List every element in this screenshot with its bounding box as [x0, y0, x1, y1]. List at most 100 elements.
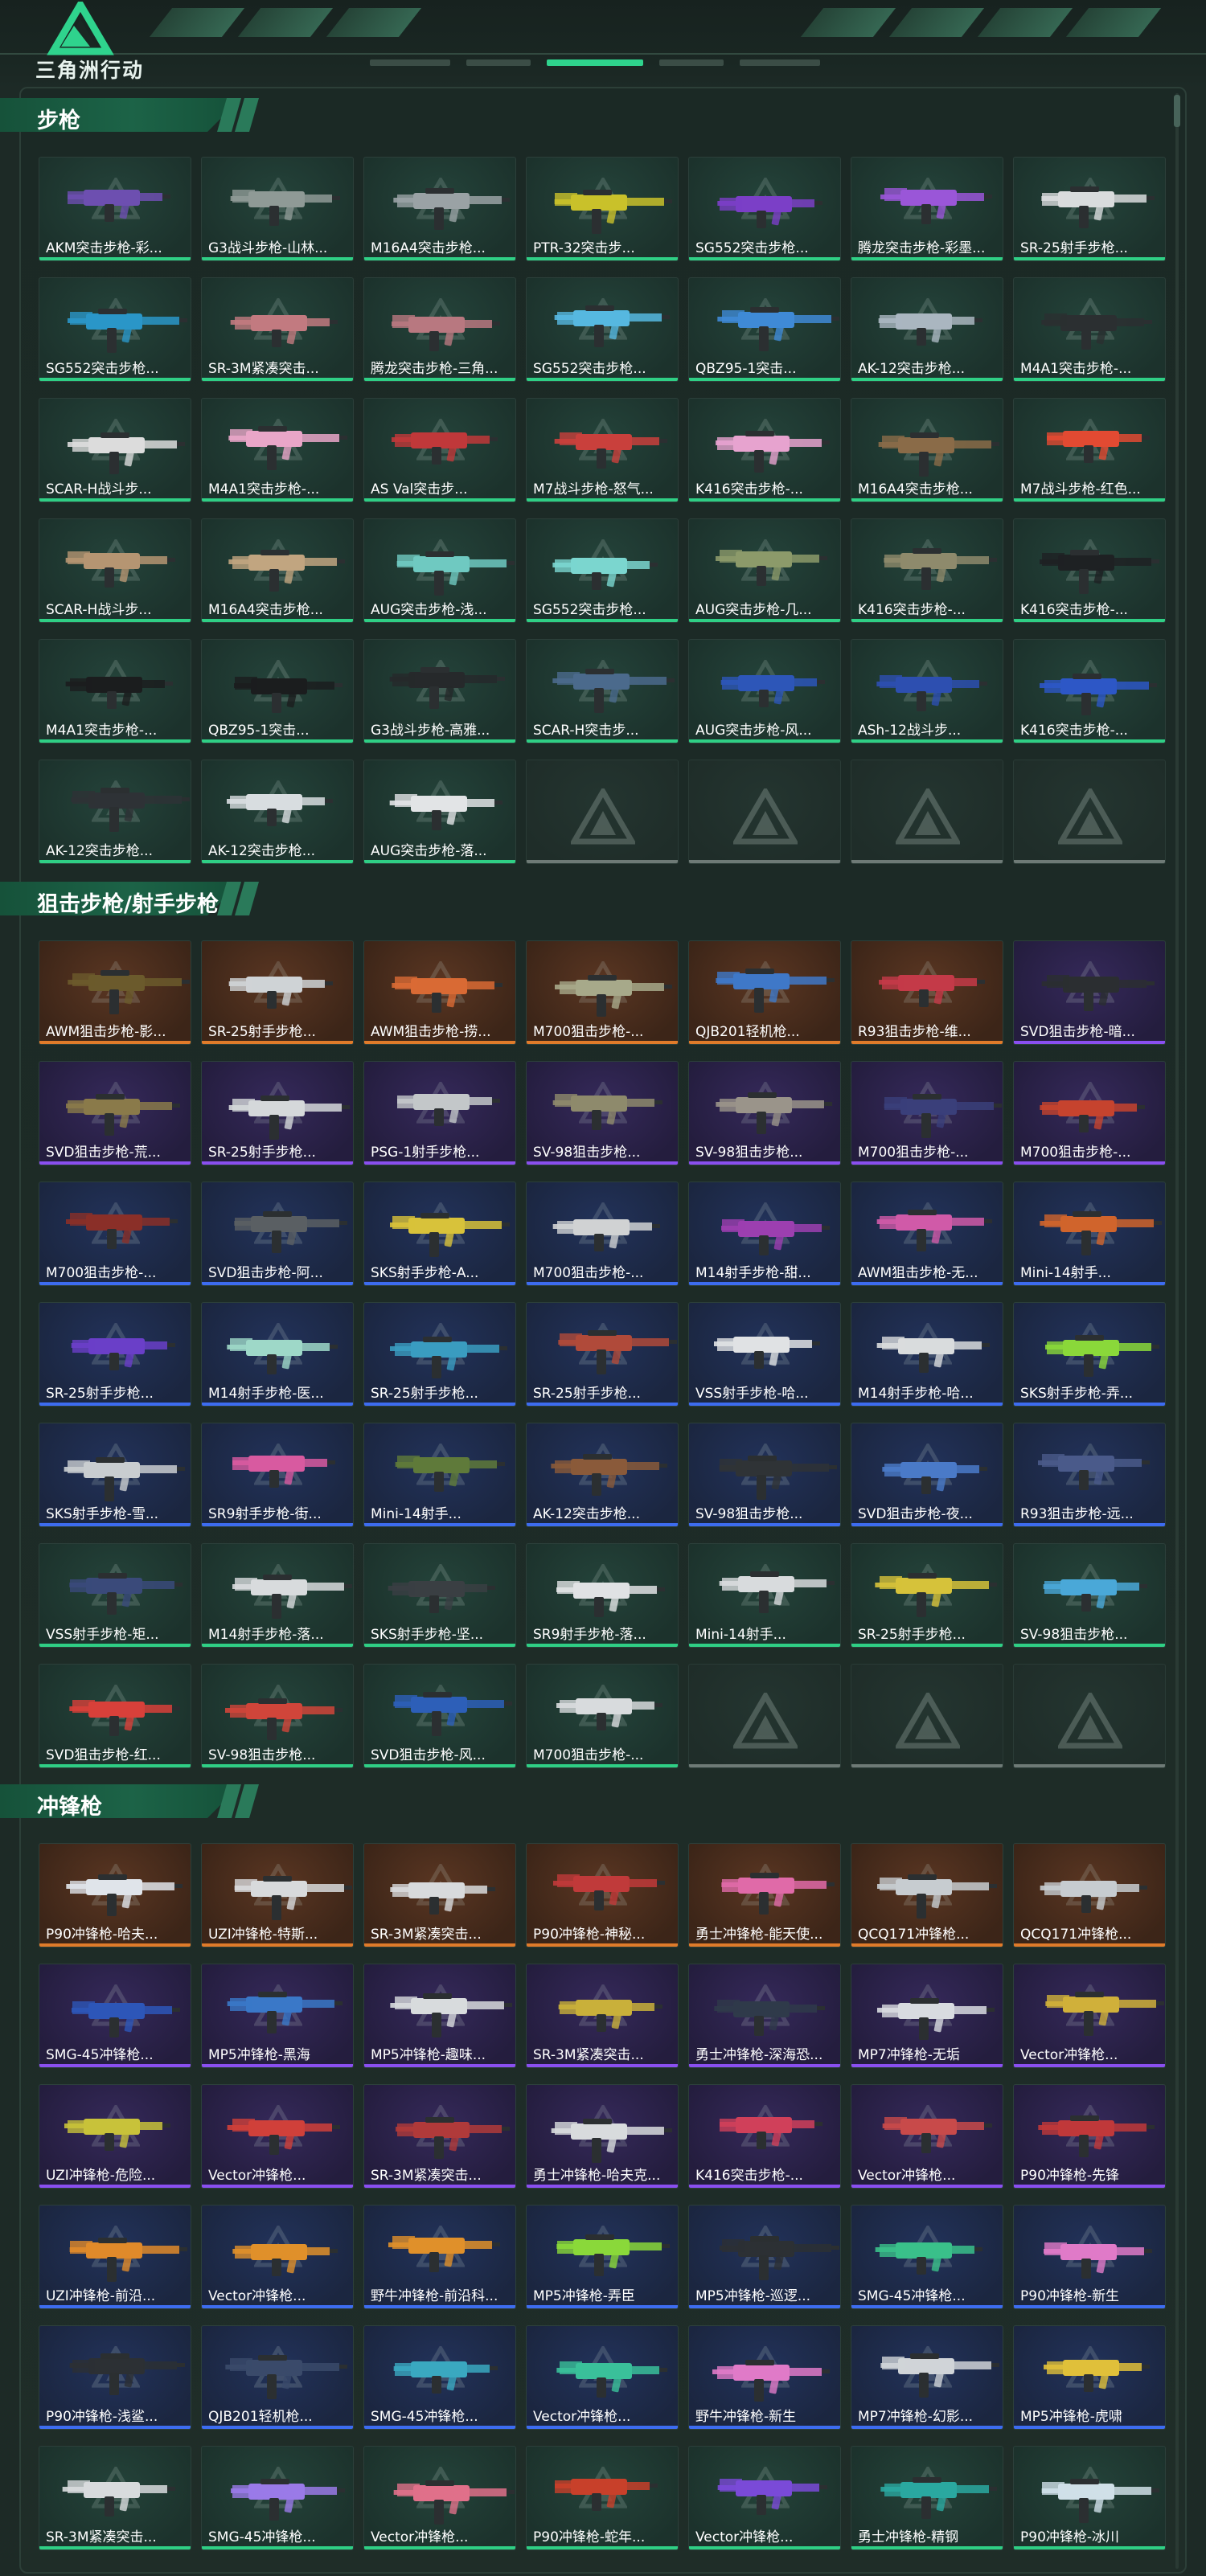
weapon-skin-card[interactable]: M700狙击步枪-...	[1013, 1061, 1166, 1165]
weapon-skin-card[interactable]: AK-12突击步枪...	[201, 760, 354, 864]
weapon-skin-card[interactable]: G3战斗步枪-山林...	[201, 157, 354, 261]
weapon-skin-card[interactable]: SR-25射手步枪...	[526, 1302, 679, 1407]
weapon-skin-card[interactable]: QJB201轻机枪...	[688, 940, 841, 1045]
weapon-skin-card[interactable]: AS Val突击步...	[363, 398, 516, 502]
weapon-skin-card[interactable]: M16A4突击步枪...	[201, 518, 354, 623]
weapon-skin-card[interactable]: SG552突击步枪...	[526, 518, 679, 623]
weapon-skin-card[interactable]: SR-25射手步枪...	[363, 1302, 516, 1407]
weapon-skin-card[interactable]: Vector冲锋枪...	[688, 2446, 841, 2550]
weapon-skin-card[interactable]: M4A1突击步枪-...	[201, 398, 354, 502]
weapon-skin-card[interactable]: QBZ95-1突击...	[688, 277, 841, 382]
weapon-skin-card[interactable]: Mini-14射手...	[363, 1423, 516, 1527]
weapon-skin-card[interactable]: G3战斗步枪-高雅...	[363, 639, 516, 743]
weapon-skin-card[interactable]: SMG-45冲锋枪...	[201, 2446, 354, 2550]
weapon-skin-card[interactable]: AK-12突击步枪...	[526, 1423, 679, 1527]
weapon-skin-card[interactable]: AKM突击步枪-彩...	[39, 157, 191, 261]
weapon-skin-card[interactable]: AUG突击步枪-几...	[688, 518, 841, 623]
weapon-skin-card[interactable]: SVD狙击步枪-红...	[39, 1664, 191, 1768]
weapon-skin-card[interactable]: 腾龙突击步枪-三角...	[363, 277, 516, 382]
weapon-skin-card[interactable]: M700狙击步枪-...	[526, 1182, 679, 1286]
scrollbar-thumb[interactable]	[1174, 95, 1180, 127]
weapon-skin-card[interactable]: SKS射手步枪-A...	[363, 1182, 516, 1286]
weapon-skin-card[interactable]: SVD狙击步枪-阿...	[201, 1182, 354, 1286]
weapon-skin-card[interactable]: M14射手步枪-哈...	[851, 1302, 1003, 1407]
weapon-skin-card[interactable]: P90冲锋枪-先锋	[1013, 2084, 1166, 2189]
weapon-skin-card[interactable]: MP5冲锋枪-黑海	[201, 1964, 354, 2068]
weapon-skin-card[interactable]: M700狙击步枪-...	[526, 940, 679, 1045]
weapon-skin-card[interactable]: QCQ171冲锋枪...	[851, 1843, 1003, 1947]
weapon-skin-card[interactable]: 勇士冲锋枪-哈夫克...	[526, 2084, 679, 2189]
weapon-skin-card[interactable]: SV-98狙击步枪...	[688, 1061, 841, 1165]
weapon-skin-card[interactable]: M14射手步枪-医...	[201, 1302, 354, 1407]
weapon-skin-card[interactable]: MP5冲锋枪-弄臣	[526, 2205, 679, 2309]
weapon-skin-card[interactable]: 勇士冲锋枪-能天使...	[688, 1843, 841, 1947]
weapon-skin-card[interactable]: SCAR-H突击步...	[526, 639, 679, 743]
weapon-skin-card[interactable]: SR-25射手步枪...	[851, 1543, 1003, 1648]
weapon-skin-card[interactable]: SR-25射手步枪...	[201, 1061, 354, 1165]
weapon-skin-card[interactable]: SV-98狙击步枪...	[1013, 1543, 1166, 1648]
weapon-skin-card[interactable]: PSG-1射手步枪...	[363, 1061, 516, 1165]
weapon-skin-card[interactable]: M700狙击步枪-...	[39, 1182, 191, 1286]
weapon-skin-card[interactable]: SR9射手步枪-街...	[201, 1423, 354, 1527]
weapon-skin-card[interactable]: K416突击步枪-...	[851, 518, 1003, 623]
weapon-skin-card[interactable]: SV-98狙击步枪...	[688, 1423, 841, 1527]
weapon-skin-card[interactable]: M14射手步枪-落...	[201, 1543, 354, 1648]
weapon-skin-card[interactable]: SR-3M紧凑突击...	[526, 1964, 679, 2068]
weapon-skin-card[interactable]: M16A4突击步枪...	[851, 398, 1003, 502]
weapon-skin-card[interactable]: P90冲锋枪-哈夫...	[39, 1843, 191, 1947]
weapon-skin-card[interactable]: 野牛冲锋枪-前沿科...	[363, 2205, 516, 2309]
weapon-skin-card[interactable]: M7战斗步枪-怒气...	[526, 398, 679, 502]
weapon-skin-card[interactable]: P90冲锋枪-冰川	[1013, 2446, 1166, 2550]
weapon-skin-card[interactable]: ASh-12战斗步...	[851, 639, 1003, 743]
weapon-skin-card[interactable]: SG552突击步枪...	[688, 157, 841, 261]
weapon-skin-card[interactable]: SVD狙击步枪-暗...	[1013, 940, 1166, 1045]
weapon-skin-card[interactable]: AUG突击步枪-浅...	[363, 518, 516, 623]
weapon-skin-card[interactable]: M700狙击步枪-...	[526, 1664, 679, 1768]
weapon-skin-card[interactable]: SR-25射手步枪...	[39, 1302, 191, 1407]
weapon-skin-card[interactable]: SR-3M紧凑突击...	[39, 2446, 191, 2550]
weapon-skin-card[interactable]: QCQ171冲锋枪...	[1013, 1843, 1166, 1947]
weapon-skin-card[interactable]: Vector冲锋枪...	[526, 2325, 679, 2430]
weapon-skin-card[interactable]: SMG-45冲锋枪...	[851, 2205, 1003, 2309]
scrollbar[interactable]	[1175, 93, 1179, 2569]
weapon-skin-card[interactable]: QBZ95-1突击...	[201, 639, 354, 743]
weapon-skin-card[interactable]: AK-12突击步枪...	[39, 760, 191, 864]
weapon-skin-card[interactable]: MP5冲锋枪-巡逻...	[688, 2205, 841, 2309]
weapon-skin-card[interactable]: 腾龙突击步枪-彩墨...	[851, 157, 1003, 261]
weapon-skin-card[interactable]: 勇士冲锋枪-精钢	[851, 2446, 1003, 2550]
weapon-skin-card[interactable]: K416突击步枪-...	[688, 398, 841, 502]
weapon-skin-card[interactable]: P90冲锋枪-神秘...	[526, 1843, 679, 1947]
weapon-skin-card[interactable]: K416突击步枪-...	[688, 2084, 841, 2189]
weapon-skin-card[interactable]: AUG突击步枪-落...	[363, 760, 516, 864]
weapon-skin-card[interactable]: SR-3M紧凑突击...	[363, 2084, 516, 2189]
weapon-skin-card[interactable]: MP7冲锋枪-无垢	[851, 1964, 1003, 2068]
weapon-skin-card[interactable]: SCAR-H战斗步...	[39, 518, 191, 623]
weapon-skin-card[interactable]: M4A1突击步枪-...	[39, 639, 191, 743]
weapon-skin-card[interactable]: Mini-14射手...	[688, 1543, 841, 1648]
weapon-skin-card[interactable]: UZI冲锋枪-前沿...	[39, 2205, 191, 2309]
weapon-skin-card[interactable]: Vector冲锋枪...	[851, 2084, 1003, 2189]
weapon-skin-card[interactable]: P90冲锋枪-蛇年...	[526, 2446, 679, 2550]
weapon-skin-card[interactable]: UZI冲锋枪-危险...	[39, 2084, 191, 2189]
weapon-skin-card[interactable]: R93狙击步枪-远...	[1013, 1423, 1166, 1527]
weapon-skin-card[interactable]: M7战斗步枪-红色...	[1013, 398, 1166, 502]
weapon-skin-card[interactable]: SKS射手步枪-坚...	[363, 1543, 516, 1648]
weapon-skin-card[interactable]: SR-25射手步枪...	[1013, 157, 1166, 261]
weapon-skin-card[interactable]: MP5冲锋枪-虎啸	[1013, 2325, 1166, 2430]
weapon-skin-card[interactable]: PTR-32突击步...	[526, 157, 679, 261]
weapon-skin-card[interactable]: QJB201轻机枪...	[201, 2325, 354, 2430]
weapon-skin-card[interactable]: UZI冲锋枪-特斯...	[201, 1843, 354, 1947]
weapon-skin-card[interactable]: Mini-14射手...	[1013, 1182, 1166, 1286]
weapon-skin-card[interactable]: SKS射手步枪-弄...	[1013, 1302, 1166, 1407]
weapon-skin-card[interactable]: SMG-45冲锋枪...	[39, 1964, 191, 2068]
weapon-skin-card[interactable]: SMG-45冲锋枪...	[363, 2325, 516, 2430]
weapon-skin-card[interactable]: M700狙击步枪-...	[851, 1061, 1003, 1165]
weapon-skin-card[interactable]: MP5冲锋枪-趣味...	[363, 1964, 516, 2068]
weapon-skin-card[interactable]: M16A4突击步枪...	[363, 157, 516, 261]
weapon-skin-card[interactable]: SCAR-H战斗步...	[39, 398, 191, 502]
weapon-skin-card[interactable]: SR-3M紧凑突击...	[201, 277, 354, 382]
weapon-skin-card[interactable]: SR9射手步枪-落...	[526, 1543, 679, 1648]
weapon-skin-card[interactable]: M14射手步枪-甜...	[688, 1182, 841, 1286]
weapon-skin-card[interactable]: R93狙击步枪-维...	[851, 940, 1003, 1045]
weapon-skin-card[interactable]: 勇士冲锋枪-深海恐...	[688, 1964, 841, 2068]
